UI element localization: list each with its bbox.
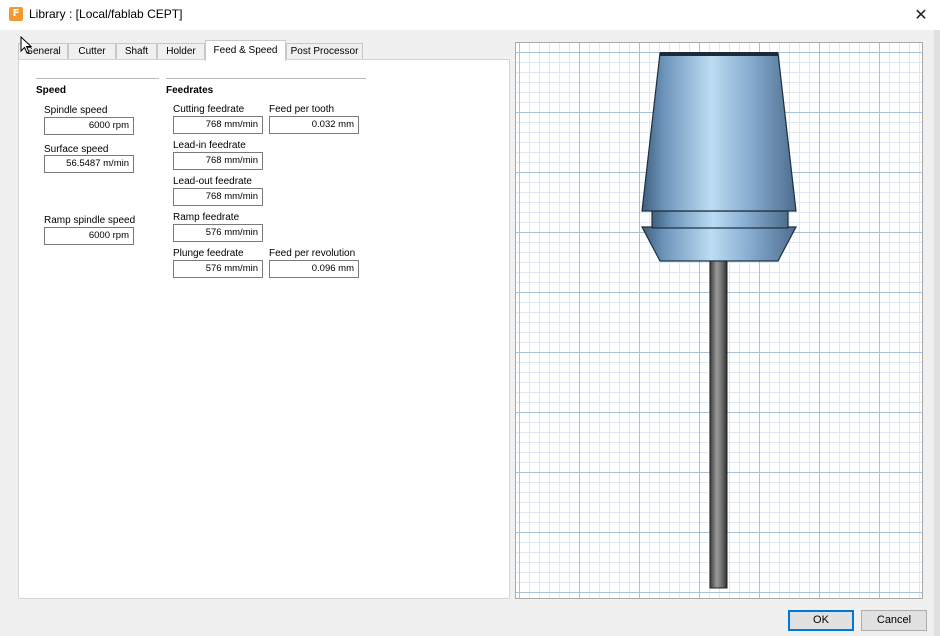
spindle-speed-input[interactable]: 6000 rpm: [44, 117, 134, 135]
plunge-feedrate-input[interactable]: 576 mm/min: [173, 260, 263, 278]
spindle-speed-label: Spindle speed: [44, 105, 108, 116]
speed-section-divider: [36, 78, 159, 79]
holder-collar: [651, 210, 789, 229]
tab-feed-speed[interactable]: Feed & Speed: [205, 40, 286, 61]
tab-post-processor[interactable]: Post Processor: [286, 43, 363, 60]
lead-out-feedrate-label: Lead-out feedrate: [173, 176, 252, 187]
lead-out-feedrate-input[interactable]: 768 mm/min: [173, 188, 263, 206]
ok-button[interactable]: OK: [788, 610, 854, 631]
feedrates-section-divider: [166, 78, 366, 79]
window-title: Library : [Local/fablab CEPT]: [29, 7, 183, 21]
ramp-spindle-speed-input[interactable]: 6000 rpm: [44, 227, 134, 245]
tool-shaft: [709, 260, 728, 589]
surface-speed-label: Surface speed: [44, 144, 109, 155]
window-edge: [934, 30, 940, 636]
tab-cutter[interactable]: Cutter: [68, 43, 116, 60]
plunge-feedrate-label: Plunge feedrate: [173, 248, 244, 259]
cancel-button[interactable]: Cancel: [861, 610, 927, 631]
feed-per-tooth-input[interactable]: 0.032 mm: [269, 116, 359, 134]
cutting-feedrate-label: Cutting feedrate: [173, 104, 245, 115]
tool-preview[interactable]: [515, 42, 923, 599]
ramp-spindle-speed-label: Ramp spindle speed: [44, 215, 136, 226]
tab-shaft[interactable]: Shaft: [116, 43, 157, 60]
lead-in-feedrate-input[interactable]: 768 mm/min: [173, 152, 263, 170]
feed-speed-panel: Speed Spindle speed 6000 rpm Surface spe…: [18, 59, 510, 599]
title-bar: F Library : [Local/fablab CEPT] ✕: [0, 0, 940, 30]
holder-upper-body: [641, 52, 797, 212]
feed-per-revolution-input[interactable]: 0.096 mm: [269, 260, 359, 278]
tab-holder[interactable]: Holder: [157, 43, 205, 60]
feedrates-section-title: Feedrates: [166, 85, 214, 96]
fusion-app-icon: F: [9, 7, 23, 21]
speed-section-title: Speed: [36, 85, 67, 96]
cutting-feedrate-input[interactable]: 768 mm/min: [173, 116, 263, 134]
feed-per-tooth-label: Feed per tooth: [269, 104, 335, 115]
feed-per-revolution-label: Feed per revolution: [269, 248, 356, 259]
lead-in-feedrate-label: Lead-in feedrate: [173, 140, 246, 151]
mouse-cursor-icon: [20, 36, 32, 54]
holder-lower-cone: [641, 226, 797, 262]
ramp-feedrate-input[interactable]: 576 mm/min: [173, 224, 263, 242]
tool-model: [641, 52, 797, 589]
close-icon[interactable]: ✕: [910, 4, 932, 26]
ramp-feedrate-label: Ramp feedrate: [173, 212, 240, 223]
surface-speed-input[interactable]: 56.5487 m/min: [44, 155, 134, 173]
holder-top-cap: [660, 52, 778, 56]
